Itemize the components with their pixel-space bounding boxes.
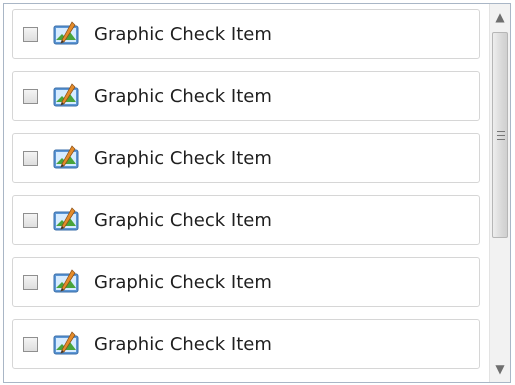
graphic-icon [53,83,79,107]
checkbox[interactable] [23,274,38,290]
item-label: Graphic Check Item [94,147,272,169]
scroll-thumb[interactable] [492,32,508,238]
list-item[interactable]: Graphic Check Item [12,9,480,59]
item-label: Graphic Check Item [94,271,272,293]
list-item[interactable]: Graphic Check Item [12,319,480,369]
checkbox[interactable] [23,212,38,228]
checkbox[interactable] [23,336,38,352]
graphic-check-list: Graphic Check Item Graphic Check Item Gr… [3,3,511,383]
graphic-icon [53,207,79,231]
item-label: Graphic Check Item [94,209,272,231]
graphic-icon [53,269,79,293]
checkbox[interactable] [23,26,38,42]
scroll-thumb-grip-icon [497,131,505,140]
list-item[interactable]: Graphic Check Item [12,195,480,245]
scroll-down-arrow-icon[interactable]: ▼ [490,356,510,382]
graphic-icon [53,21,79,45]
list-item[interactable]: Graphic Check Item [12,257,480,307]
list-item[interactable]: Graphic Check Item [12,71,480,121]
graphic-icon [53,145,79,169]
scroll-up-arrow-icon[interactable]: ▲ [490,4,510,30]
item-label: Graphic Check Item [94,333,272,355]
list-viewport: Graphic Check Item Graphic Check Item Gr… [4,4,489,382]
item-label: Graphic Check Item [94,85,272,107]
checkbox[interactable] [23,150,38,166]
list-item[interactable]: Graphic Check Item [12,133,480,183]
checkbox[interactable] [23,88,38,104]
graphic-icon [53,331,79,355]
vertical-scrollbar[interactable]: ▲ ▼ [489,4,510,382]
item-label: Graphic Check Item [94,23,272,45]
